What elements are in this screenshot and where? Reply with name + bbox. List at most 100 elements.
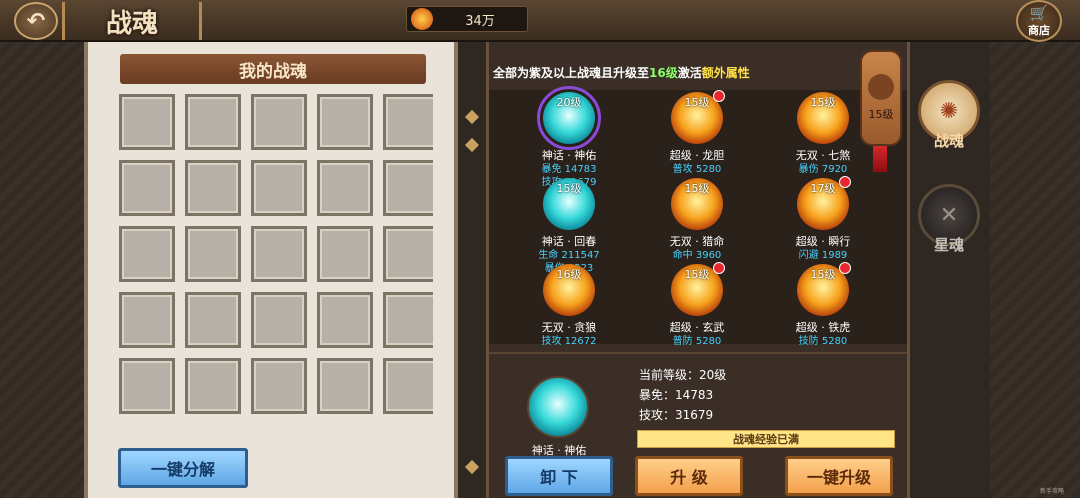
inventory-slot[interactable] (251, 358, 307, 414)
soul-name: 无双 · 七煞 (795, 149, 851, 162)
activation-info: 全部为紫及以上战魂且升级至16级激活额外属性 (493, 64, 750, 81)
soul-level: 15级 (684, 182, 710, 195)
soul-orb-icon: 15级 (671, 262, 725, 316)
my-souls-panel: 我的战魂 一键分解 (84, 42, 458, 498)
inventory-slot[interactable] (317, 292, 373, 348)
watermark: 新手攻略 (1040, 488, 1065, 495)
soul-orb-icon: 15级 (797, 92, 849, 144)
soul-name: 超级 · 龙胆 (669, 149, 725, 162)
left-wall (0, 42, 84, 498)
soul-orb-icon: 20级 (537, 86, 601, 150)
back-button[interactable]: ↶ (14, 2, 58, 40)
info-bonus: 额外属性 (701, 66, 750, 80)
hang-tag-level: 15级 (868, 108, 894, 121)
inventory-slot[interactable] (383, 94, 433, 150)
soul-name: 超级 · 玄武 (669, 321, 725, 334)
flame-icon: ✺ (939, 98, 959, 124)
beast-icon (868, 74, 894, 100)
top-bar: ↶ 战魂 34万 🛒 商店 (0, 0, 1080, 42)
inventory-slot[interactable] (119, 226, 175, 282)
inventory-slot[interactable] (317, 160, 373, 216)
inventory-slot[interactable] (185, 160, 241, 216)
soul-orb-icon: 15级 (671, 178, 723, 230)
soul-orb-icon: 16级 (543, 264, 595, 316)
currency-display: 34万 (406, 6, 528, 32)
soul-attribute: 技攻 12672 (541, 336, 597, 347)
decompose-all-button[interactable]: 一键分解 (118, 448, 248, 488)
upgrade-button[interactable]: 升 级 (635, 456, 743, 496)
cart-icon: 🛒 (1029, 4, 1049, 22)
inventory-slot[interactable] (119, 160, 175, 216)
soul-item[interactable]: 15级超级 · 龙胆 普攻 5280 (647, 90, 747, 176)
soul-item[interactable]: 17级超级 · 瞬行 闪避 1989 (773, 176, 873, 262)
divider-diamond (464, 137, 480, 153)
notification-dot-icon (839, 176, 851, 188)
soul-detail-panel: 全部为紫及以上战魂且升级至16级激活额外属性 20级 神话 · 神佑 暴免 1478… (486, 42, 910, 498)
inventory-slot[interactable] (251, 226, 307, 282)
soul-level: 20级 (556, 96, 582, 109)
inventory-slot[interactable] (383, 160, 433, 216)
currency-amount: 34万 (465, 13, 495, 29)
soul-name: 超级 · 铁虎 (795, 321, 851, 334)
soul-orb-icon: 15级 (543, 178, 595, 230)
inventory-slot[interactable] (185, 94, 241, 150)
inventory-slot[interactable] (317, 94, 373, 150)
soul-orb-icon: 15级 (671, 90, 725, 144)
tab-star-soul-label: 星魂 (933, 236, 964, 254)
inventory-slot[interactable] (119, 358, 175, 414)
divider-diamond (464, 459, 480, 475)
inventory-slot[interactable] (251, 160, 307, 216)
soul-item[interactable]: 15级 超级 · 玄武 普防 5280 (647, 262, 747, 348)
inventory-slot[interactable] (317, 226, 373, 282)
inventory-slot[interactable] (383, 292, 433, 348)
inventory-slot[interactable] (185, 358, 241, 414)
soul-item[interactable]: 15级无双 · 七煞 暴伤 7920 (773, 92, 873, 176)
unequip-button[interactable]: 卸 下 (505, 456, 613, 496)
soul-level: 16级 (556, 268, 582, 281)
selected-soul-icon[interactable] (527, 376, 589, 438)
soul-attribute: 闪避 1989 (798, 250, 848, 261)
inventory-slot[interactable] (185, 292, 241, 348)
soul-attribute: 暴伤 7920 (798, 164, 848, 175)
inventory-slot[interactable] (383, 226, 433, 282)
soul-attribute: 普攻 5280 (672, 164, 722, 175)
equipped-souls: 20级神话 · 神佑暴免 14783技攻 3167915级超级 · 龙胆普攻 5… (489, 86, 907, 347)
soul-name: 无双 · 贪狼 (541, 321, 597, 334)
soul-attribute: 技防 5280 (798, 336, 848, 347)
divider-diamond (464, 109, 480, 125)
constellation-icon: ✕ (939, 202, 959, 228)
soul-item[interactable]: 15级超级 · 铁虎 技防 5280 (773, 262, 873, 348)
soul-item[interactable]: 15级神话 · 回春生命 211547暴伤 3223 (519, 178, 619, 275)
info-mid: 激活 (677, 66, 702, 80)
soul-attribute: 生命 211547 (538, 250, 600, 261)
page-title: 战魂 (62, 2, 202, 40)
soul-name: 超级 · 瞬行 (795, 235, 851, 248)
stat-skill-attack: 技攻：31679 (639, 408, 714, 422)
tab-war-soul-label: 战魂 (933, 132, 964, 150)
inventory-slot[interactable] (185, 226, 241, 282)
shop-button[interactable]: 🛒 商店 (1016, 0, 1062, 42)
soul-item[interactable]: 20级神话 · 神佑暴免 14783技攻 31679 (519, 86, 619, 189)
soul-orb-icon: 17级 (797, 176, 851, 230)
stat-crit-resist: 暴免：14783 (639, 388, 714, 402)
soul-level-tag[interactable]: 15级 (860, 50, 902, 146)
inventory-slot[interactable] (251, 292, 307, 348)
soul-level: 15级 (684, 268, 710, 281)
my-souls-title: 我的战魂 (120, 54, 426, 84)
upgrade-all-button[interactable]: 一键升级 (785, 456, 893, 496)
soul-level: 15级 (556, 182, 582, 195)
soul-level: 15级 (810, 268, 836, 281)
soul-level: 15级 (684, 96, 710, 109)
inventory-slot[interactable] (317, 358, 373, 414)
soul-item[interactable]: 15级 无双 · 猎命 命中 3960 (647, 178, 747, 262)
selected-soul-detail: 神话 · 神佑 当前等级：20级 暴免：14783 技攻：31679 战魂经验已… (489, 352, 907, 498)
inventory-slot[interactable] (251, 94, 307, 150)
info-prefix: 全部为紫及以上战魂且升级至 (493, 66, 650, 80)
soul-item[interactable]: 16级无双 · 贪狼 技攻 12672 (519, 264, 619, 348)
coin-icon (411, 8, 433, 30)
right-wall (990, 42, 1080, 498)
inventory-slot[interactable] (119, 292, 175, 348)
notification-dot-icon (839, 262, 851, 274)
inventory-slot[interactable] (383, 358, 433, 414)
inventory-slot[interactable] (119, 94, 175, 150)
